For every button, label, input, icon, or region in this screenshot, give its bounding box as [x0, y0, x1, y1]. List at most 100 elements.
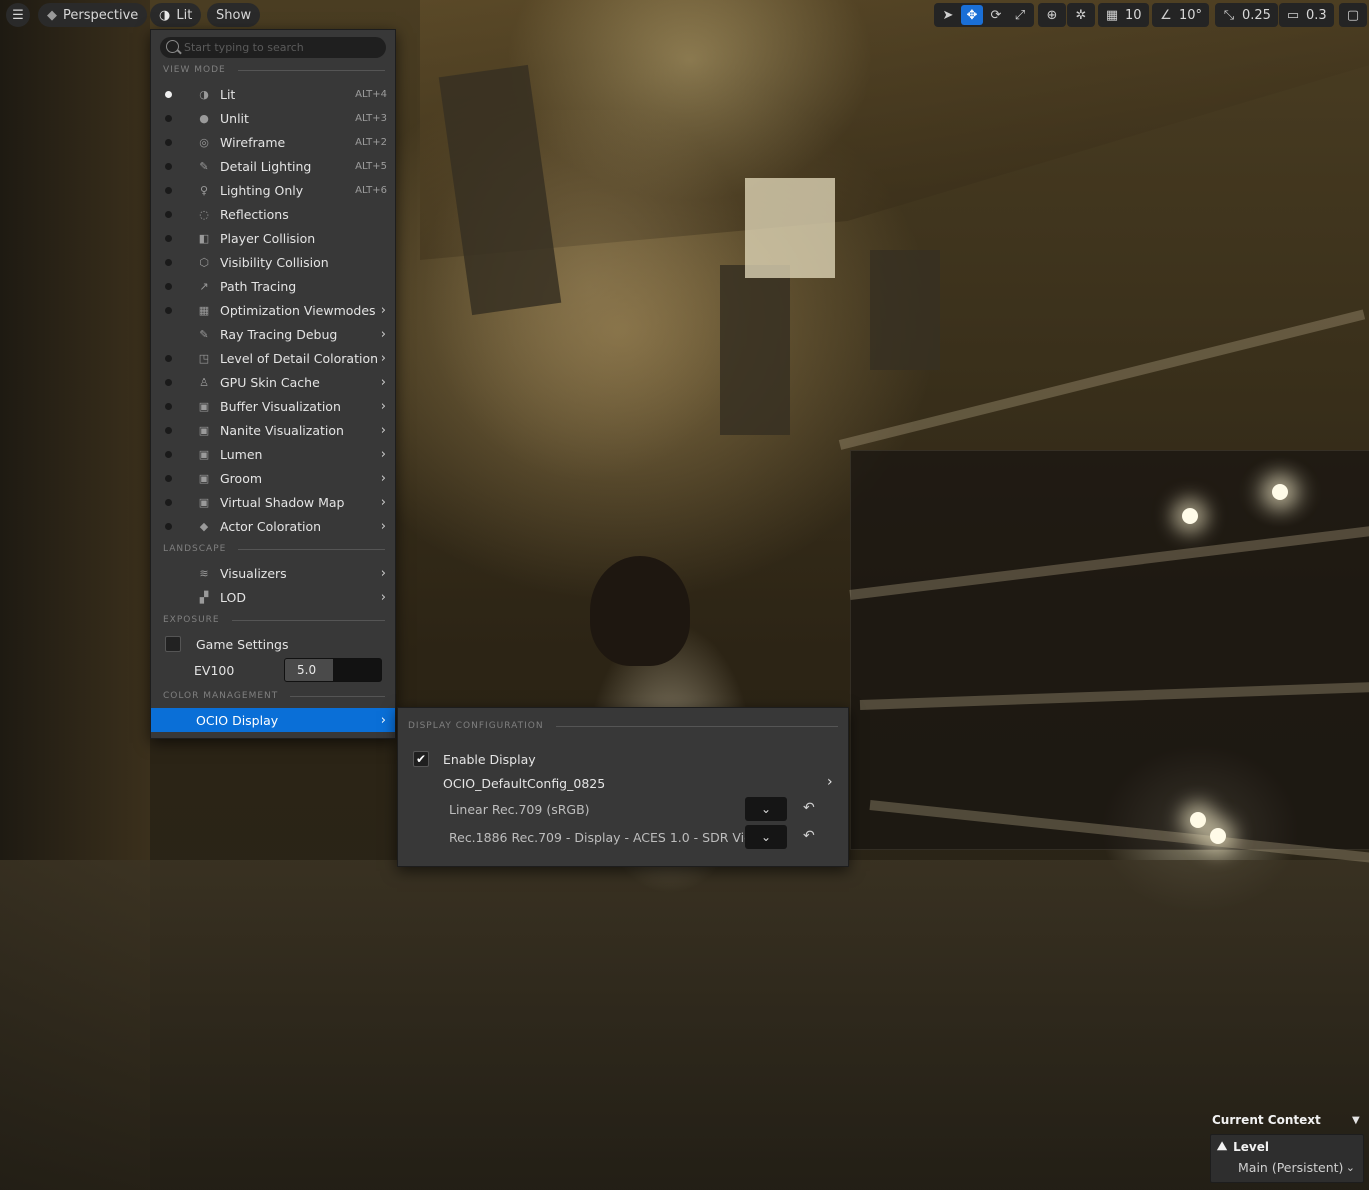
scale-snap-group: ⤡ 0.25 [1215, 3, 1278, 27]
reset-display-view-icon[interactable]: ↶ [803, 828, 815, 844]
scene-light [1182, 508, 1198, 524]
translate-icon[interactable]: ✥ [961, 5, 983, 25]
menu-item-lod-coloration[interactable]: ◳ Level of Detail Coloration › [151, 346, 395, 370]
show-button[interactable]: Show [207, 3, 261, 27]
radio-icon [165, 186, 172, 194]
scale-snap-icon[interactable]: ⤡ [1218, 5, 1240, 25]
visibility-collision-icon: ⬡ [199, 255, 209, 269]
menu-item-unlit[interactable]: ● Unlit ALT+3 [151, 106, 395, 130]
display-view-value: Rec.1886 Rec.709 - Display - ACES 1.0 - … [449, 830, 768, 845]
source-colorspace-dropdown[interactable]: ⌄ [745, 797, 787, 821]
menu-item-label: Unlit [220, 110, 249, 126]
transform-tools: ➤ ✥ ⟳ ⤢ [934, 3, 1034, 27]
world-globe-icon[interactable]: ⊕ [1041, 5, 1063, 25]
radio-icon [165, 258, 172, 266]
scale-icon[interactable]: ⤢ [1009, 5, 1031, 25]
angle-snap-icon[interactable]: ∠ [1155, 5, 1177, 25]
menu-item-nanite-visualization[interactable]: ▣ Nanite Visualization › [151, 418, 395, 442]
menu-item-lumen[interactable]: ▣ Lumen › [151, 442, 395, 466]
menu-item-label: Optimization Viewmodes [220, 302, 376, 318]
menu-item-virtual-shadow-map[interactable]: ▣ Virtual Shadow Map › [151, 490, 395, 514]
detail-lighting-icon: ✎ [199, 159, 209, 173]
menu-item-actor-coloration[interactable]: ◆ Actor Coloration › [151, 514, 395, 538]
menu-item-player-collision[interactable]: ◧ Player Collision [151, 226, 395, 250]
section-divider [231, 619, 385, 621]
view-mode-button[interactable]: ◑ Lit [150, 3, 202, 27]
viewport-menu-button[interactable]: ☰ [6, 3, 30, 27]
menu-item-shortcut: ALT+6 [355, 184, 387, 196]
menu-item-lod[interactable]: ▞ LOD › [151, 585, 395, 609]
scene-server-rack [850, 450, 1369, 850]
rotate-icon[interactable]: ⟳ [985, 5, 1007, 25]
menu-item-detail-lighting[interactable]: ✎ Detail Lighting ALT+5 [151, 154, 395, 178]
section-landscape: LANDSCAPE [163, 543, 385, 555]
enable-display-checkbox[interactable]: ✔ [413, 751, 429, 767]
radio-icon [165, 522, 172, 530]
menu-item-lit[interactable]: ◑ Lit ALT+4 [151, 82, 395, 106]
perspective-button[interactable]: ◆ Perspective [38, 3, 148, 27]
menu-item-optimization-viewmodes[interactable]: ▦ Optimization Viewmodes › [151, 298, 395, 322]
menu-item-path-tracing[interactable]: ↗ Path Tracing [151, 274, 395, 298]
menu-item-reflections[interactable]: ◌ Reflections [151, 202, 395, 226]
game-settings-row[interactable]: Game Settings [151, 632, 395, 656]
view-mode-menu: Start typing to search VIEW MODE ◑ Lit A… [150, 29, 396, 739]
menu-item-gpu-skin-cache[interactable]: ♙ GPU Skin Cache › [151, 370, 395, 394]
scale-snap-value[interactable]: 0.25 [1242, 8, 1275, 23]
radio-selected-icon [165, 90, 172, 98]
actor-cube-icon: ◆ [199, 519, 209, 533]
context-level-label: Level [1233, 1139, 1269, 1154]
radio-icon [165, 354, 172, 362]
menu-item-lighting-only[interactable]: ♀ Lighting Only ALT+6 [151, 178, 395, 202]
chevron-right-icon[interactable]: › [827, 774, 833, 790]
section-landscape-label: LANDSCAPE [163, 544, 227, 554]
section-divider [290, 695, 385, 697]
display-view-dropdown[interactable]: ⌄ [745, 825, 787, 849]
caret-down-icon[interactable]: ▼ [1352, 1115, 1360, 1126]
menu-item-shortcut: ALT+3 [355, 112, 387, 124]
menu-item-ray-tracing-debug[interactable]: ✎ Ray Tracing Debug › [151, 322, 395, 346]
section-color-management-label: COLOR MANAGEMENT [163, 691, 279, 701]
chevron-right-icon: › [380, 350, 386, 366]
grid-snap-icon[interactable]: ▦ [1101, 5, 1123, 25]
camera-speed-group: ▭ 0.3 [1279, 3, 1334, 27]
radio-icon [165, 306, 172, 314]
chevron-down-icon[interactable]: ⌄ [1346, 1161, 1355, 1174]
enable-display-label: Enable Display [443, 752, 536, 767]
menu-item-label: Level of Detail Coloration [220, 350, 379, 366]
menu-item-visibility-collision[interactable]: ⬡ Visibility Collision [151, 250, 395, 274]
maximize-viewport-icon[interactable]: ▢ [1342, 5, 1364, 25]
ocio-config-item[interactable]: OCIO_DefaultConfig_0825 [443, 776, 605, 791]
menu-item-ocio-display[interactable]: OCIO Display › [151, 708, 395, 732]
menu-item-label: LOD [220, 589, 246, 605]
reset-source-colorspace-icon[interactable]: ↶ [803, 800, 815, 816]
camera-icon[interactable]: ▭ [1282, 5, 1304, 25]
unlit-sphere-icon: ● [199, 111, 209, 125]
menu-item-groom[interactable]: ▣ Groom › [151, 466, 395, 490]
grid-snap-value[interactable]: 10 [1125, 8, 1146, 23]
menu-item-label: Visualizers [220, 565, 287, 581]
show-label: Show [216, 7, 252, 23]
menu-search-input[interactable]: Start typing to search [160, 37, 386, 58]
section-view-mode-label: VIEW MODE [163, 65, 226, 75]
select-icon[interactable]: ➤ [937, 5, 959, 25]
chevron-right-icon: › [380, 712, 386, 728]
radio-icon [165, 114, 172, 122]
level-mountain-icon: ⛰ [1217, 1139, 1228, 1153]
menu-item-visualizers[interactable]: ≋ Visualizers › [151, 561, 395, 585]
surface-snap-group: ✲ [1067, 3, 1095, 27]
camera-speed-value[interactable]: 0.3 [1306, 8, 1331, 23]
menu-item-buffer-visualization[interactable]: ▣ Buffer Visualization › [151, 394, 395, 418]
context-level-value[interactable]: Main (Persistent) [1238, 1160, 1343, 1175]
menu-item-wireframe[interactable]: ◎ Wireframe ALT+2 [151, 130, 395, 154]
menu-item-label: Ray Tracing Debug [220, 326, 338, 342]
surface-snap-icon[interactable]: ✲ [1070, 5, 1092, 25]
ev100-row: EV100 5.0 [151, 656, 395, 684]
checkmark-icon: ✔ [415, 752, 427, 766]
current-context-title: Current Context [1212, 1113, 1321, 1127]
ev100-slider-input[interactable]: 5.0 [284, 658, 382, 682]
visualizers-icon: ≋ [199, 566, 209, 580]
game-settings-checkbox[interactable] [165, 636, 181, 652]
cube-icon: ◆ [47, 7, 57, 23]
radio-icon [165, 210, 172, 218]
rotation-snap-value[interactable]: 10° [1179, 8, 1206, 23]
